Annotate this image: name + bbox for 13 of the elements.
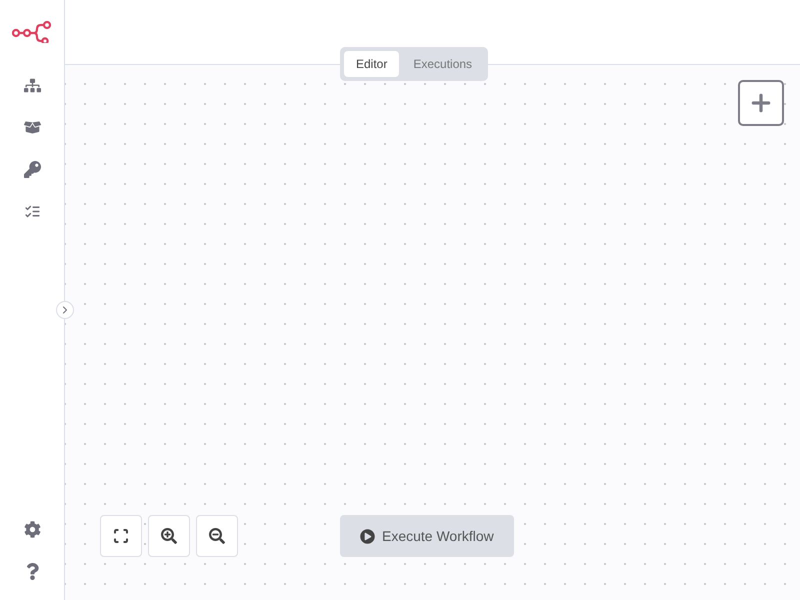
- execute-workflow-button[interactable]: Execute Workflow: [340, 515, 514, 557]
- expand-sidebar-button[interactable]: [56, 301, 74, 319]
- add-node-button[interactable]: [738, 80, 784, 126]
- play-icon: [360, 528, 375, 544]
- fit-view-button[interactable]: [100, 515, 142, 557]
- view-tab[interactable]: Editor: [344, 51, 400, 77]
- zoom-out-button[interactable]: [196, 515, 238, 557]
- logo-icon[interactable]: [12, 21, 52, 43]
- fit-view-icon: [113, 528, 129, 544]
- view-tab[interactable]: Executions: [401, 51, 484, 77]
- zoom-in-icon: [161, 528, 177, 544]
- zoom-in-button[interactable]: [148, 515, 190, 557]
- zoom-out-icon: [209, 528, 225, 544]
